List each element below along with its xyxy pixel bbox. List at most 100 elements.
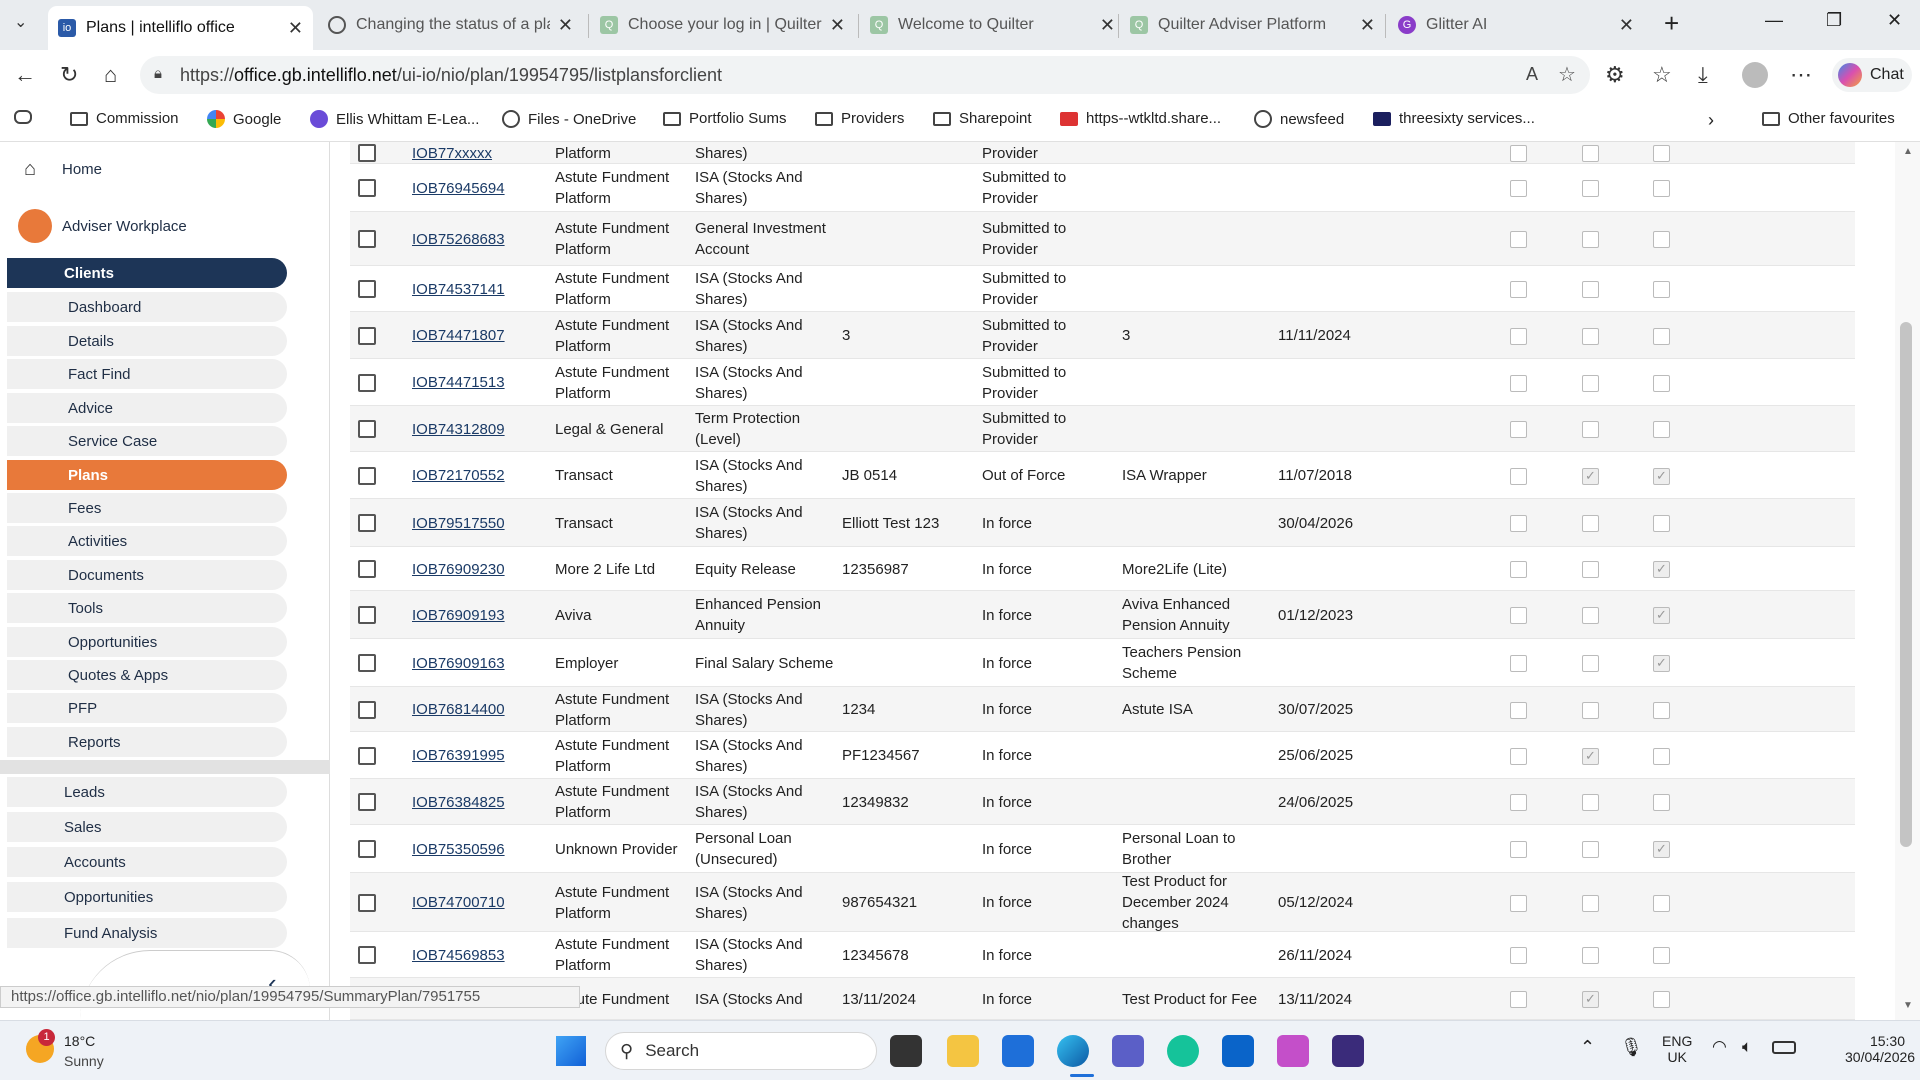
sidebar-item-documents[interactable]: Documents bbox=[7, 560, 287, 590]
plan-flag-checkbox[interactable] bbox=[1510, 145, 1527, 162]
sidebar-item-clients[interactable]: Clients bbox=[7, 258, 287, 288]
close-tab-icon[interactable]: ✕ bbox=[558, 15, 573, 36]
plan-reference-link[interactable]: IOB75268683 bbox=[412, 212, 542, 266]
row-select-checkbox[interactable] bbox=[358, 840, 376, 858]
tab-list-chevron-icon[interactable]: ⌄ bbox=[14, 12, 27, 32]
plan-flag-checkbox[interactable] bbox=[1510, 561, 1527, 578]
row-select-checkbox[interactable] bbox=[358, 514, 376, 532]
plan-flag-checkbox[interactable] bbox=[1582, 561, 1599, 578]
refresh-icon[interactable]: ↻ bbox=[60, 62, 78, 88]
plan-flag-checkbox[interactable] bbox=[1653, 894, 1670, 912]
plan-flag-checkbox[interactable] bbox=[1510, 747, 1527, 765]
plan-flag-checkbox[interactable] bbox=[1582, 231, 1599, 248]
scroll-down-icon[interactable]: ▼ bbox=[1903, 1000, 1913, 1011]
sidebar-section-leads[interactable]: Leads bbox=[7, 777, 287, 807]
plan-reference-link[interactable]: IOB76384825 bbox=[412, 779, 542, 825]
task-view-icon[interactable] bbox=[890, 1035, 922, 1067]
bookmark-portfolio-sums[interactable]: Portfolio Sums bbox=[663, 110, 787, 127]
plan-reference-link[interactable]: IOB76814400 bbox=[412, 687, 542, 732]
row-select-checkbox[interactable] bbox=[358, 606, 376, 624]
plan-flag-checkbox[interactable] bbox=[1653, 145, 1670, 162]
plan-flag-checkbox[interactable] bbox=[1582, 327, 1599, 345]
scroll-up-icon[interactable]: ▲ bbox=[1903, 146, 1913, 157]
plan-flag-checkbox[interactable] bbox=[1510, 701, 1527, 719]
plan-flag-checkbox[interactable]: ✓ bbox=[1653, 841, 1670, 858]
adviser-workplace-link[interactable]: Adviser Workplace bbox=[62, 218, 187, 235]
copilot-chat-button[interactable]: Chat bbox=[1832, 58, 1912, 92]
tab-welcome-quilter[interactable]: Q Welcome to Quilter ✕ bbox=[860, 6, 1125, 44]
close-window-button[interactable]: ✕ bbox=[1887, 10, 1902, 31]
plan-flag-checkbox[interactable] bbox=[1510, 794, 1527, 811]
microsoft-store-icon[interactable] bbox=[1002, 1035, 1034, 1067]
outlook-icon[interactable] bbox=[1222, 1035, 1254, 1067]
plan-flag-checkbox[interactable] bbox=[1653, 515, 1670, 532]
plan-reference-link[interactable]: IOB76909163 bbox=[412, 639, 542, 687]
plan-reference-link[interactable]: IOB75350596 bbox=[412, 825, 542, 873]
bookmark-wtkltd-sharepoint[interactable]: https--wtkltd.share... bbox=[1060, 110, 1221, 127]
sidebar-item-pfp[interactable]: PFP bbox=[7, 693, 287, 723]
plan-flag-checkbox[interactable]: ✓ bbox=[1582, 467, 1599, 485]
plan-flag-checkbox[interactable] bbox=[1510, 894, 1527, 912]
close-tab-icon[interactable]: ✕ bbox=[830, 15, 845, 36]
sidebar-item-fact-find[interactable]: Fact Find bbox=[7, 359, 287, 389]
row-select-checkbox[interactable] bbox=[358, 466, 376, 485]
plan-flag-checkbox[interactable]: ✓ bbox=[1582, 991, 1599, 1008]
bookmark-ellis-whittam[interactable]: Ellis Whittam E-Lea... bbox=[310, 110, 479, 128]
plan-reference-link[interactable]: IOB76909230 bbox=[412, 547, 542, 591]
row-select-checkbox[interactable] bbox=[358, 560, 376, 578]
plan-reference-link[interactable]: IOB76391995 bbox=[412, 732, 542, 779]
microphone-icon[interactable]: 🎙︎ bbox=[1620, 1037, 1643, 1058]
grammarly-icon[interactable] bbox=[1167, 1035, 1199, 1067]
plan-flag-checkbox[interactable] bbox=[1510, 421, 1527, 438]
sidebar-item-dashboard[interactable]: Dashboard bbox=[7, 292, 287, 322]
scrollbar-thumb[interactable] bbox=[1900, 322, 1912, 847]
file-explorer-icon[interactable] bbox=[947, 1035, 979, 1067]
bookmark-threesixty[interactable]: threesixty services... bbox=[1373, 110, 1535, 127]
sidebar-section-accounts[interactable]: Accounts bbox=[7, 847, 287, 877]
plan-flag-checkbox[interactable] bbox=[1510, 180, 1527, 197]
extensions-icon[interactable]: ⚙ bbox=[1605, 62, 1625, 88]
plan-flag-checkbox[interactable] bbox=[1582, 894, 1599, 912]
row-select-checkbox[interactable] bbox=[358, 326, 376, 345]
row-select-checkbox[interactable] bbox=[358, 144, 376, 162]
sidebar-section-sales[interactable]: Sales bbox=[7, 812, 287, 842]
row-select-checkbox[interactable] bbox=[358, 420, 376, 438]
new-tab-button[interactable]: + bbox=[1664, 8, 1679, 39]
plan-flag-checkbox[interactable] bbox=[1582, 374, 1599, 392]
plan-reference-link[interactable]: IOB72170552 bbox=[412, 452, 542, 499]
read-aloud-icon[interactable]: A bbox=[1526, 64, 1538, 85]
row-select-checkbox[interactable] bbox=[358, 230, 376, 248]
sidebar-item-activities[interactable]: Activities bbox=[7, 526, 287, 556]
tab-choose-login[interactable]: Q Choose your log in | Quilter ✕ bbox=[590, 6, 855, 44]
row-select-checkbox[interactable] bbox=[358, 946, 376, 964]
plan-flag-checkbox[interactable] bbox=[1510, 841, 1527, 858]
sidebar-item-advice[interactable]: Advice bbox=[7, 393, 287, 423]
plan-flag-checkbox[interactable] bbox=[1510, 327, 1527, 345]
plan-flag-checkbox[interactable] bbox=[1582, 421, 1599, 438]
taskbar-search[interactable]: ⚲ Search bbox=[605, 1032, 877, 1070]
sidebar-item-quotes-apps[interactable]: Quotes & Apps bbox=[7, 660, 287, 690]
plan-flag-checkbox[interactable] bbox=[1653, 374, 1670, 392]
bookmark-providers[interactable]: Providers bbox=[815, 110, 904, 127]
windows-start-icon[interactable] bbox=[556, 1036, 586, 1066]
plan-reference-link[interactable]: IOB74471807 bbox=[412, 312, 542, 359]
glitter-app-icon[interactable] bbox=[1332, 1035, 1364, 1067]
plan-flag-checkbox[interactable] bbox=[1582, 655, 1599, 672]
row-select-checkbox[interactable] bbox=[358, 700, 376, 719]
tab-plans[interactable]: io Plans | intelliflo office ✕ bbox=[48, 6, 313, 50]
row-select-checkbox[interactable] bbox=[358, 893, 376, 912]
address-bar[interactable]: 🔒︎ https://office.gb.intelliflo.net/ui-i… bbox=[140, 56, 1590, 94]
edge-browser-icon[interactable] bbox=[1057, 1035, 1089, 1067]
sidebar-item-plans[interactable]: Plans bbox=[7, 460, 287, 490]
plan-reference-link[interactable]: IOB79517550 bbox=[412, 499, 542, 547]
battery-icon[interactable] bbox=[1772, 1041, 1796, 1054]
close-tab-icon[interactable]: ✕ bbox=[1619, 15, 1634, 36]
favourite-star-icon[interactable]: ☆ bbox=[1558, 62, 1576, 87]
row-select-checkbox[interactable] bbox=[358, 280, 376, 298]
minimize-button[interactable]: — bbox=[1765, 10, 1783, 31]
plan-reference-link[interactable]: IOB74569853 bbox=[412, 932, 542, 978]
plan-flag-checkbox[interactable] bbox=[1582, 794, 1599, 811]
bookmarks-overflow-chevron-icon[interactable]: › bbox=[1708, 110, 1714, 131]
profile-avatar[interactable] bbox=[1742, 62, 1768, 88]
sidebar-home-link[interactable]: Home bbox=[62, 161, 102, 178]
